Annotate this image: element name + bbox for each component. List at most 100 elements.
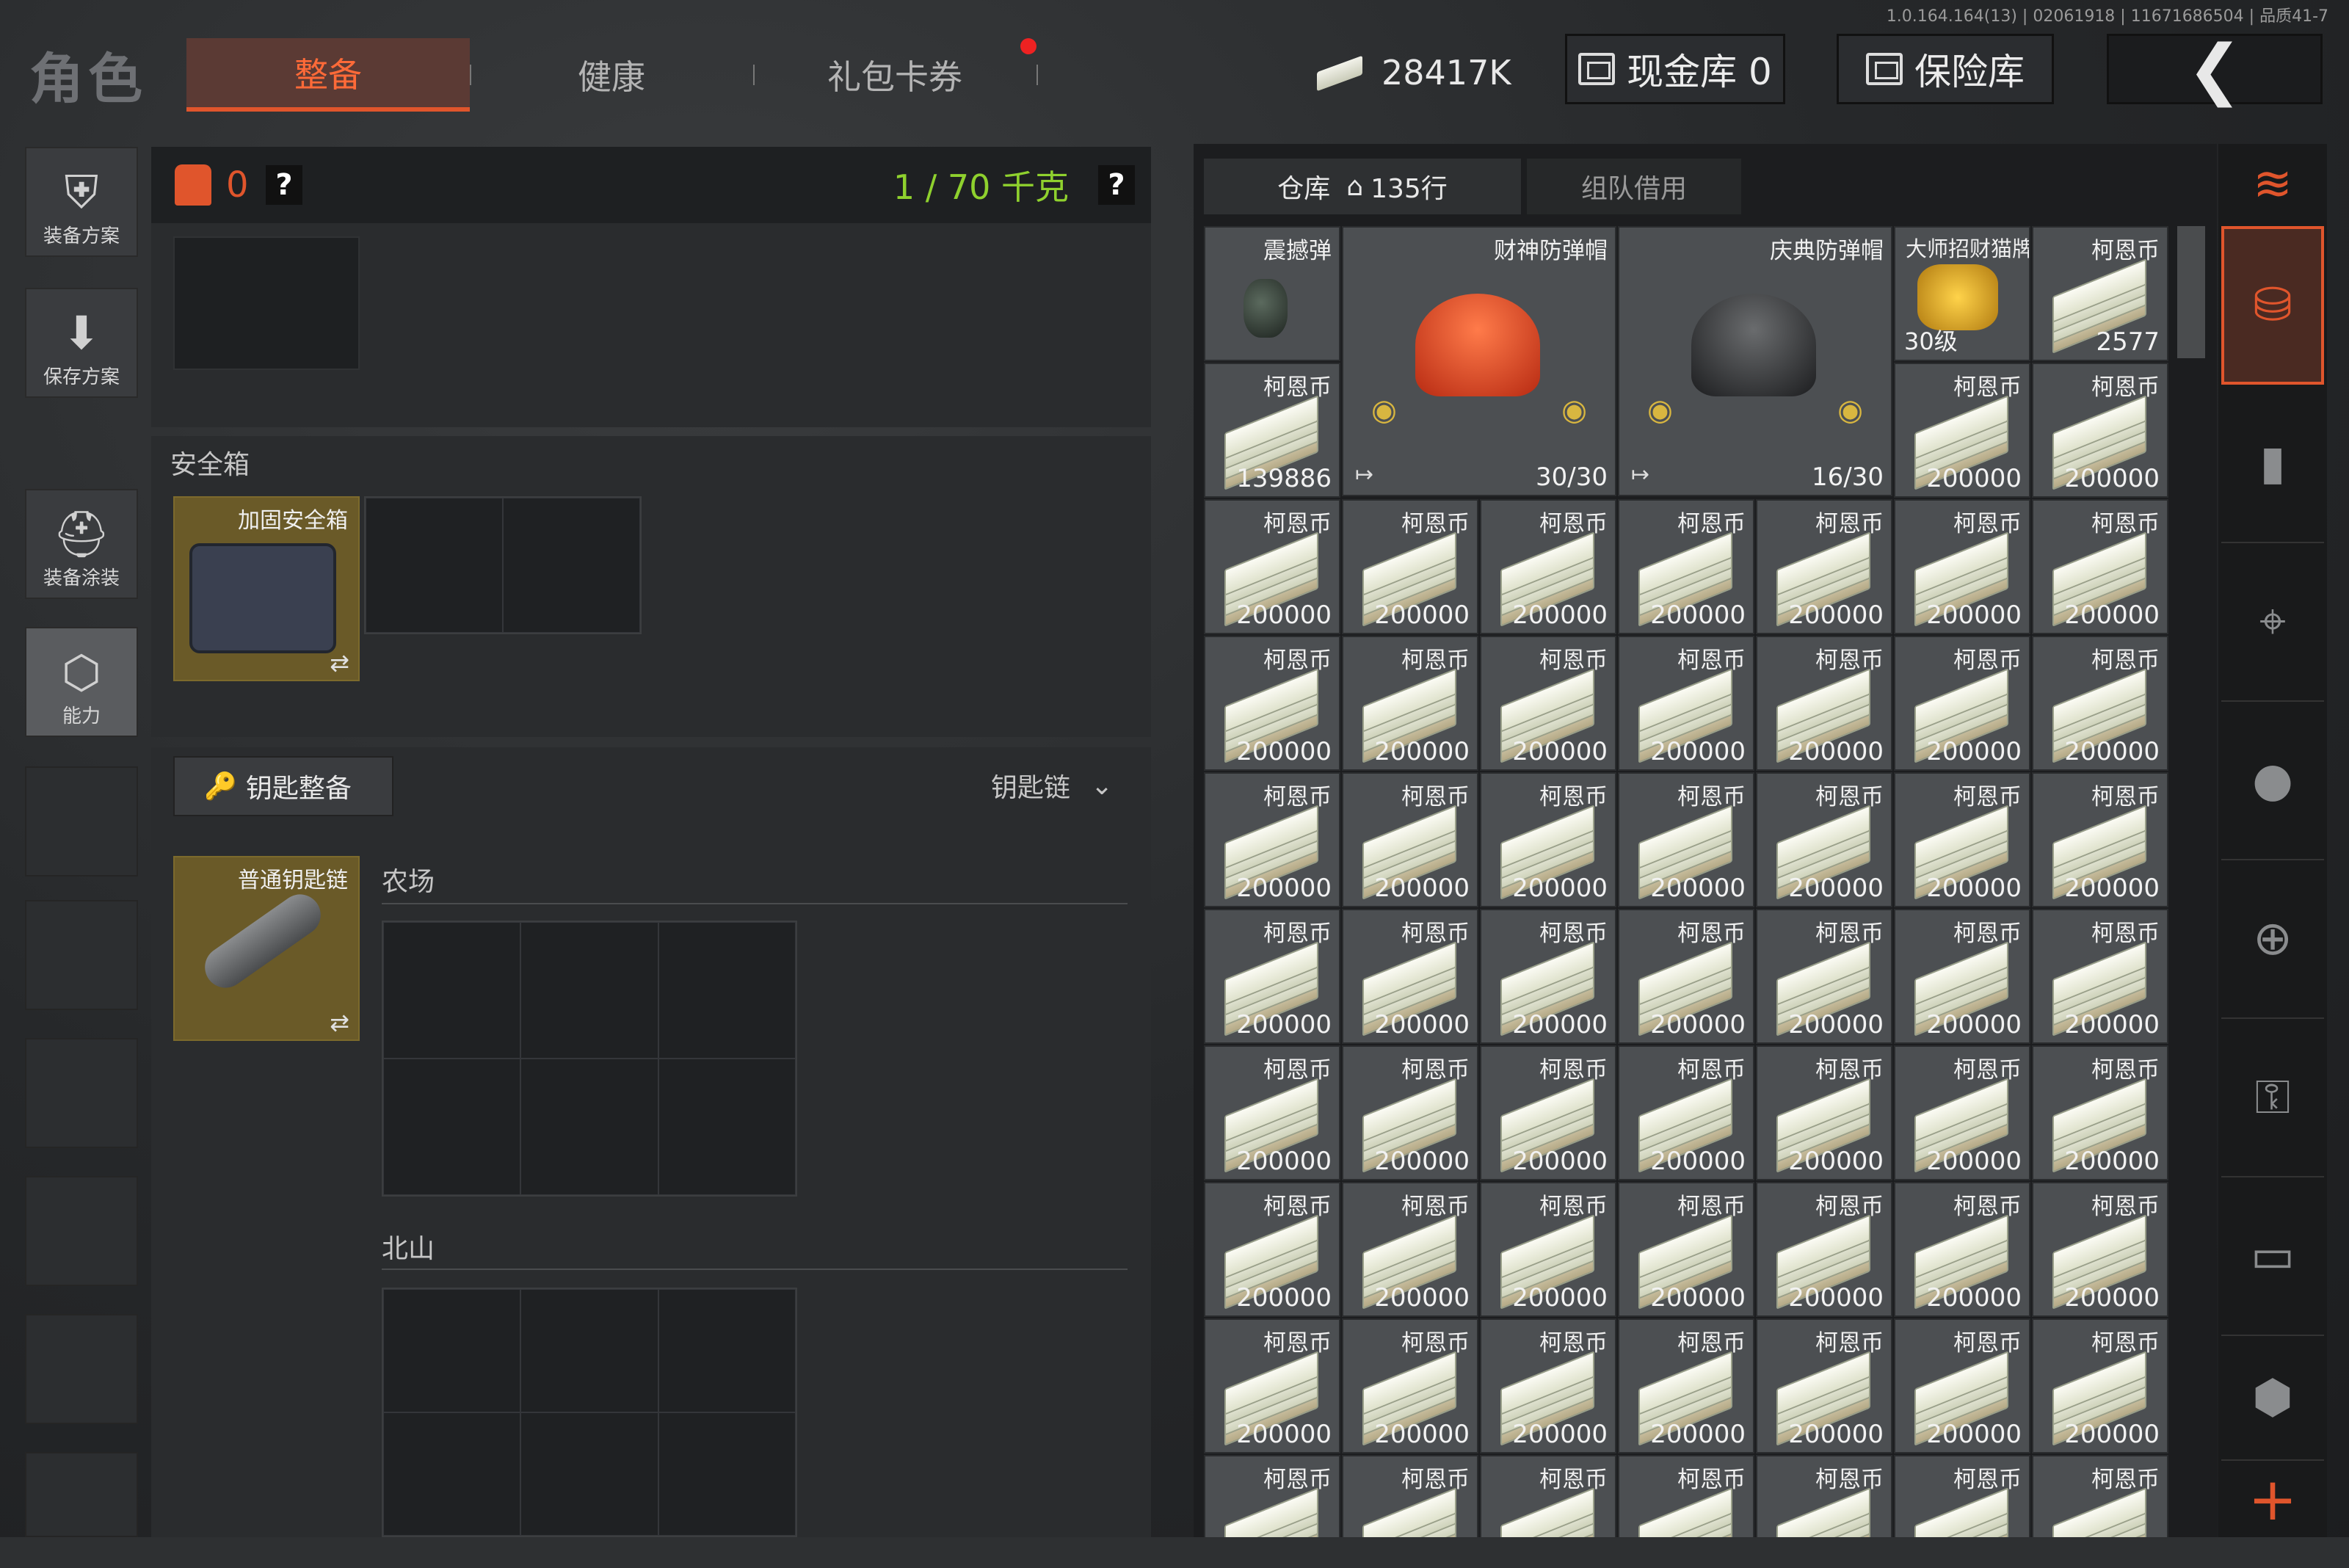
safe-vault-button[interactable]: 保险库 — [1837, 34, 2054, 104]
weight-help-icon[interactable]: ? — [1098, 165, 1135, 205]
item-kc-coin[interactable]: 柯恩币200000 — [1204, 1045, 1340, 1180]
key-icon[interactable]: ⚿ — [2221, 1019, 2324, 1177]
item-kc-coin[interactable]: 柯恩币200000 — [1342, 1045, 1478, 1180]
item-kc-coin[interactable]: 柯恩币200000 — [1894, 772, 2030, 907]
item-kc-coin[interactable]: 柯恩币200000 — [1342, 909, 1478, 1044]
item-kc-coin[interactable]: 柯恩币200000 — [1204, 499, 1340, 634]
tab-gift-cards[interactable]: 礼包卡券 — [753, 38, 1036, 112]
item-kc-coin[interactable]: 柯恩币200000 — [2032, 772, 2168, 907]
item-kc-coin[interactable]: 柯恩币200000 — [1894, 1182, 2030, 1317]
container-icon[interactable]: ⬢ — [2221, 1336, 2324, 1461]
item-kc-coin[interactable]: 柯恩币200000 — [1204, 1455, 1340, 1537]
item-kc-coin[interactable]: 柯恩币200000 — [1480, 499, 1616, 634]
item-kc-coin[interactable]: 柯恩币200000 — [1204, 1318, 1340, 1453]
item-celebration-helmet[interactable]: 庆典防弹帽 ◉ ◉ ↦ 16/30 — [1618, 226, 1892, 496]
item-kc-coin[interactable]: 柯恩币200000 — [1618, 1455, 1754, 1537]
item-kc-coin[interactable]: 柯恩币200000 — [2032, 1318, 2168, 1453]
sidebar-item-loadout-plan[interactable]: ⛨ 装备方案 — [25, 147, 138, 257]
item-count: 200000 — [1236, 1420, 1332, 1449]
item-caishen-helmet[interactable]: 财神防弹帽 ◉ ◉ ↦ 30/30 — [1342, 226, 1616, 496]
item-kc-coin[interactable]: 柯恩币200000 — [1756, 772, 1892, 907]
back-button[interactable]: ❮ — [2107, 31, 2323, 108]
item-kc-coin[interactable]: 柯恩币200000 — [1204, 772, 1340, 907]
add-icon[interactable]: + — [2221, 1461, 2324, 1537]
item-kc-coin[interactable]: 柯恩币200000 — [1756, 909, 1892, 1044]
safe-box-item[interactable]: 加固安全箱 ⇄ — [173, 496, 360, 681]
swap-icon[interactable]: ⇄ — [330, 1009, 349, 1037]
scope-icon[interactable]: ⌖ — [2221, 543, 2324, 702]
item-kc-coin[interactable]: 柯恩币200000 — [1894, 363, 2030, 498]
tab-warehouse[interactable]: 仓库 ⌂ 135行 — [1204, 159, 1521, 214]
sidebar-item-ability[interactable]: ⬡ 能力 — [25, 627, 138, 737]
item-kc-coin[interactable]: 柯恩币200000 — [2032, 909, 2168, 1044]
item-kc-coin[interactable]: 柯恩币200000 — [1894, 1045, 2030, 1180]
item-kc-coin[interactable]: 柯恩币200000 — [1480, 636, 1616, 771]
item-kc-coin[interactable]: 柯恩币200000 — [1618, 1318, 1754, 1453]
item-kc-coin[interactable]: 柯恩币 2577 — [2032, 226, 2168, 361]
item-kc-coin[interactable]: 柯恩币200000 — [1756, 1455, 1892, 1537]
item-kc-coin[interactable]: 柯恩币200000 — [1618, 1182, 1754, 1317]
keychain-dropdown[interactable]: 钥匙链 ⌄ — [991, 766, 1113, 805]
item-name: 震撼弹 — [1263, 238, 1332, 264]
equipment-icon[interactable]: ⛁ — [2221, 226, 2324, 385]
swap-icon[interactable]: ⇄ — [330, 649, 349, 677]
item-kc-coin[interactable]: 柯恩币200000 — [1756, 636, 1892, 771]
item-kc-coin[interactable]: 柯恩币200000 — [1618, 909, 1754, 1044]
all-items-icon[interactable]: ≋ — [2221, 144, 2324, 225]
item-name: 柯恩币 — [1953, 1194, 2022, 1220]
item-kc-coin[interactable]: 柯恩币200000 — [1204, 909, 1340, 1044]
tab-equip[interactable]: 整备 — [186, 38, 470, 112]
item-kc-coin[interactable]: 柯恩币200000 — [1894, 1318, 2030, 1453]
item-kc-coin[interactable]: 柯恩币 139886 — [1204, 363, 1340, 498]
sidebar-item-save-plan[interactable]: ⬇ 保存方案 — [25, 288, 138, 398]
item-kc-coin[interactable]: 柯恩币200000 — [1618, 499, 1754, 634]
item-kc-coin[interactable]: 柯恩币200000 — [1618, 636, 1754, 771]
item-kc-coin[interactable]: 柯恩币200000 — [1480, 1455, 1616, 1537]
cash-icon[interactable]: ▭ — [2221, 1177, 2324, 1336]
item-kc-coin[interactable]: 柯恩币200000 — [1756, 1318, 1892, 1453]
item-kc-coin[interactable]: 柯恩币200000 — [2032, 363, 2168, 498]
backpack-slot[interactable] — [173, 236, 360, 370]
item-kc-coin[interactable]: 柯恩币200000 — [1756, 499, 1892, 634]
item-kc-coin[interactable]: 柯恩币200000 — [1204, 1182, 1340, 1317]
tab-health[interactable]: 健康 — [470, 38, 753, 112]
item-kc-coin[interactable]: 柯恩币200000 — [1894, 636, 2030, 771]
item-kc-coin[interactable]: 柯恩币200000 — [1480, 909, 1616, 1044]
scrollbar[interactable] — [2177, 226, 2205, 358]
item-kc-coin[interactable]: 柯恩币200000 — [2032, 1455, 2168, 1537]
item-kc-coin[interactable]: 柯恩币200000 — [1342, 1318, 1478, 1453]
item-kc-coin[interactable]: 柯恩币200000 — [1342, 1455, 1478, 1537]
item-kc-coin[interactable]: 柯恩币200000 — [1480, 1182, 1616, 1317]
tab-team-borrow[interactable]: 组队借用 — [1527, 159, 1741, 214]
item-kc-coin[interactable]: 柯恩币200000 — [1480, 772, 1616, 907]
grenade-icon[interactable]: ● — [2221, 702, 2324, 860]
medical-icon[interactable]: ⊕ — [2221, 860, 2324, 1019]
sidebar-item-paint[interactable]: ⛑ 装备涂装 — [25, 489, 138, 599]
keychain-item[interactable]: 普通钥匙链 ⇄ — [173, 856, 360, 1041]
item-name: 柯恩币 — [1263, 1467, 1332, 1493]
item-stun-grenade[interactable]: 震撼弹 — [1204, 226, 1340, 361]
item-kc-coin[interactable]: 柯恩币200000 — [2032, 1045, 2168, 1180]
item-kc-coin[interactable]: 柯恩币200000 — [2032, 636, 2168, 771]
help-icon[interactable]: ? — [266, 165, 302, 205]
item-lucky-cat-badge[interactable]: 大师招财猫牌 30级 — [1894, 226, 2030, 361]
ammo-icon[interactable]: ▮ — [2221, 385, 2324, 543]
key-loadout-button[interactable]: 🔑 钥匙整备 — [173, 756, 393, 816]
item-kc-coin[interactable]: 柯恩币200000 — [2032, 1182, 2168, 1317]
item-kc-coin[interactable]: 柯恩币200000 — [1894, 909, 2030, 1044]
item-kc-coin[interactable]: 柯恩币200000 — [1618, 1045, 1754, 1180]
item-kc-coin[interactable]: 柯恩币200000 — [1342, 1182, 1478, 1317]
cash-vault-button[interactable]: 现金库 0 — [1565, 34, 1785, 104]
item-kc-coin[interactable]: 柯恩币200000 — [1894, 499, 2030, 634]
item-kc-coin[interactable]: 柯恩币200000 — [2032, 499, 2168, 634]
item-kc-coin[interactable]: 柯恩币200000 — [1342, 636, 1478, 771]
item-kc-coin[interactable]: 柯恩币200000 — [1204, 636, 1340, 771]
item-kc-coin[interactable]: 柯恩币200000 — [1480, 1318, 1616, 1453]
item-kc-coin[interactable]: 柯恩币200000 — [1756, 1182, 1892, 1317]
item-kc-coin[interactable]: 柯恩币200000 — [1894, 1455, 2030, 1537]
item-kc-coin[interactable]: 柯恩币200000 — [1342, 499, 1478, 634]
item-kc-coin[interactable]: 柯恩币200000 — [1756, 1045, 1892, 1180]
item-kc-coin[interactable]: 柯恩币200000 — [1618, 772, 1754, 907]
item-kc-coin[interactable]: 柯恩币200000 — [1480, 1045, 1616, 1180]
item-kc-coin[interactable]: 柯恩币200000 — [1342, 772, 1478, 907]
